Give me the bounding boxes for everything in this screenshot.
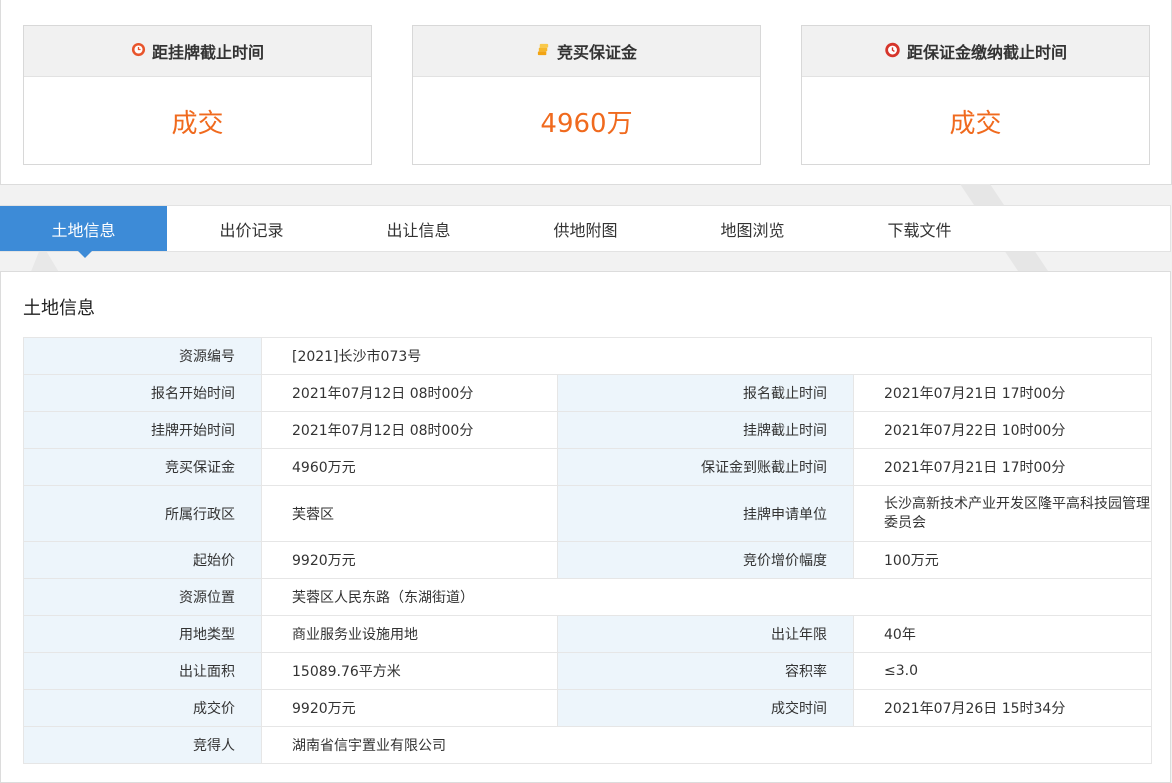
field-value: 2021年07月12日 08时00分 xyxy=(261,411,558,449)
field-label: 出让面积 xyxy=(23,652,262,690)
clock-icon xyxy=(131,42,146,61)
field-value: 芙蓉区人民东路（东湖街道） xyxy=(260,578,1153,616)
card-value: 4960万 xyxy=(540,108,633,139)
field-label: 资源编号 xyxy=(23,337,262,375)
tab-map-browse[interactable]: 地图浏览 xyxy=(669,206,836,251)
land-info-panel: 土地信息 资源编号 [2021]长沙市073号 报名开始时间 2021年07月1… xyxy=(0,271,1171,783)
tab-download-files[interactable]: 下载文件 xyxy=(836,206,1003,251)
tab-bid-records[interactable]: 出价记录 xyxy=(168,206,335,251)
field-label: 挂牌申请单位 xyxy=(557,485,854,542)
field-value: 9920万元 xyxy=(261,689,558,727)
applicant-unit-text: 长沙高新技术产业开发区隆平高科技园管理委员会 xyxy=(884,495,1150,531)
field-label: 竞得人 xyxy=(23,726,262,764)
card-value: 成交 xyxy=(171,108,224,139)
card-title: 距保证金缴纳截止时间 xyxy=(906,43,1067,62)
field-label: 成交时间 xyxy=(557,689,854,727)
alarm-icon xyxy=(884,41,901,62)
field-value: 2021年07月12日 08时00分 xyxy=(261,374,558,412)
field-label: 用地类型 xyxy=(23,615,262,653)
field-value: 2021年07月21日 17时00分 xyxy=(852,374,1153,412)
field-value: 长沙高新技术产业开发区隆平高科技园管理委员会 xyxy=(852,485,1153,542)
tab-land-info[interactable]: 土地信息 xyxy=(0,206,167,258)
card-header: 距挂牌截止时间 xyxy=(24,26,371,77)
field-label: 成交价 xyxy=(23,689,262,727)
coins-icon xyxy=(536,42,551,61)
card-header: 竞买保证金 xyxy=(413,26,760,77)
table-row: 报名开始时间 2021年07月12日 08时00分 报名截止时间 2021年07… xyxy=(23,374,1153,412)
card-header: 距保证金缴纳截止时间 xyxy=(802,26,1149,77)
tab-bar: 土地信息 出价记录 出让信息 供地附图 地图浏览 下载文件 xyxy=(0,205,1171,258)
table-row: 用地类型 商业服务业设施用地 出让年限 40年 xyxy=(23,615,1153,653)
field-label: 报名截止时间 xyxy=(557,374,854,412)
field-value: 湖南省信宇置业有限公司 xyxy=(260,726,1153,764)
field-label: 竞价增价幅度 xyxy=(557,541,854,579)
field-label: 竞买保证金 xyxy=(23,448,262,486)
field-value: 100万元 xyxy=(852,541,1153,579)
table-row: 所属行政区 芙蓉区 挂牌申请单位 长沙高新技术产业开发区隆平高科技园管理委员会 xyxy=(23,485,1153,542)
table-row: 挂牌开始时间 2021年07月12日 08时00分 挂牌截止时间 2021年07… xyxy=(23,411,1153,449)
table-row: 资源编号 [2021]长沙市073号 xyxy=(23,337,1153,375)
card-title: 距挂牌截止时间 xyxy=(151,43,264,62)
field-label: 报名开始时间 xyxy=(23,374,262,412)
panel-title: 土地信息 xyxy=(23,298,95,319)
field-value: [2021]长沙市073号 xyxy=(260,337,1153,375)
field-value: 芙蓉区 xyxy=(261,485,558,542)
card-value: 成交 xyxy=(949,108,1002,139)
field-value: 2021年07月22日 10时00分 xyxy=(852,411,1153,449)
field-label: 挂牌开始时间 xyxy=(23,411,262,449)
table-row: 成交价 9920万元 成交时间 2021年07月26日 15时34分 xyxy=(23,689,1153,727)
tab-transfer-info[interactable]: 出让信息 xyxy=(335,206,502,251)
field-label: 挂牌截止时间 xyxy=(557,411,854,449)
tab-land-maps[interactable]: 供地附图 xyxy=(502,206,669,251)
field-label: 起始价 xyxy=(23,541,262,579)
field-value: ≤3.0 xyxy=(852,652,1153,690)
field-label: 保证金到账截止时间 xyxy=(557,448,854,486)
field-value: 4960万元 xyxy=(261,448,558,486)
field-value: 商业服务业设施用地 xyxy=(261,615,558,653)
field-label: 容积率 xyxy=(557,652,854,690)
listing-deadline-card: 距挂牌截止时间 成交 xyxy=(23,25,372,165)
table-row: 竞得人 湖南省信宇置业有限公司 xyxy=(23,726,1153,764)
field-label: 所属行政区 xyxy=(23,485,262,542)
field-label: 出让年限 xyxy=(557,615,854,653)
table-row: 资源位置 芙蓉区人民东路（东湖街道） xyxy=(23,578,1153,616)
card-title: 竞买保证金 xyxy=(556,43,637,62)
deposit-deadline-card: 距保证金缴纳截止时间 成交 xyxy=(801,25,1150,165)
field-value: 15089.76平方米 xyxy=(261,652,558,690)
field-value: 2021年07月26日 15时34分 xyxy=(852,689,1153,727)
table-row: 竞买保证金 4960万元 保证金到账截止时间 2021年07月21日 17时00… xyxy=(23,448,1153,486)
land-info-table: 资源编号 [2021]长沙市073号 报名开始时间 2021年07月12日 08… xyxy=(23,337,1153,764)
table-row: 出让面积 15089.76平方米 容积率 ≤3.0 xyxy=(23,652,1153,690)
field-value: 9920万元 xyxy=(261,541,558,579)
field-value: 40年 xyxy=(852,615,1153,653)
field-value: 2021年07月21日 17时00分 xyxy=(852,448,1153,486)
table-row: 起始价 9920万元 竞价增价幅度 100万元 xyxy=(23,541,1153,579)
deposit-card: 竞买保证金 4960万 xyxy=(412,25,761,165)
summary-section: 距挂牌截止时间 成交 竞买保证金 4960万 距保证金缴纳截止时间 成交 xyxy=(0,0,1172,185)
field-label: 资源位置 xyxy=(23,578,262,616)
